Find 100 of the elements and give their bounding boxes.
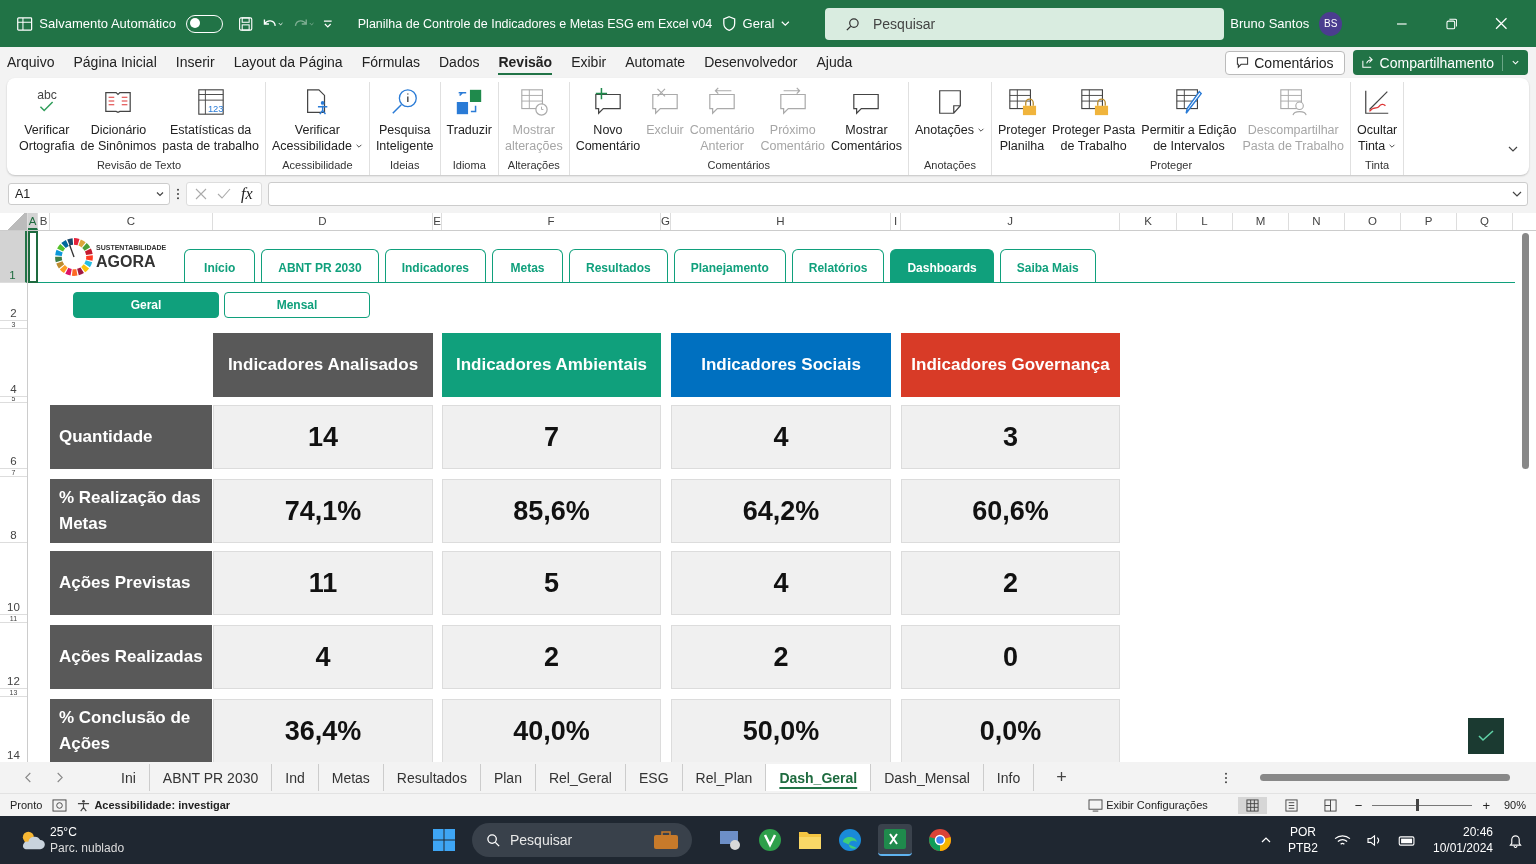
clock-time[interactable]: 20:46	[1463, 824, 1493, 840]
ribbon-tab[interactable]: Dados	[439, 50, 480, 75]
ribbon-button[interactable]: abc Verificar Ortografia	[16, 82, 78, 159]
zoom-slider[interactable]	[1416, 798, 1420, 811]
clock-date[interactable]: 10/01/2024	[1432, 840, 1493, 856]
column-header[interactable]: H	[671, 213, 891, 230]
user-avatar[interactable]: BS	[1319, 11, 1343, 36]
notification-bell-icon[interactable]	[1509, 832, 1522, 848]
column-header[interactable]: D	[213, 213, 433, 230]
name-box[interactable]: A1	[8, 183, 170, 205]
row-header[interactable]: 4	[0, 329, 27, 397]
row-header[interactable]: 14	[0, 697, 27, 762]
start-icon[interactable]	[432, 828, 456, 852]
sheet-tab[interactable]: Plan	[480, 764, 536, 791]
column-header[interactable]: M	[1233, 213, 1289, 230]
ribbon-button[interactable]: Pesquisa Inteligente	[372, 82, 437, 159]
row-header[interactable]: 1	[0, 231, 27, 283]
language-code[interactable]: POR	[1289, 824, 1316, 840]
customize-toolbar-icon[interactable]	[322, 17, 334, 30]
search-field[interactable]: Pesquisar	[825, 7, 1225, 40]
row-header[interactable]: 2	[0, 283, 27, 321]
share-button[interactable]: Compartilhamento	[1352, 50, 1528, 75]
column-header[interactable]: C	[50, 213, 213, 230]
save-icon[interactable]	[236, 14, 255, 33]
sheet-tab[interactable]: Dash_Geral	[766, 764, 872, 791]
column-header[interactable]: P	[1401, 213, 1457, 230]
column-header[interactable]: F	[442, 213, 661, 230]
ribbon-tab[interactable]: Revisão	[498, 50, 553, 75]
insert-function-button[interactable]: fx	[241, 185, 253, 203]
sheet-tab[interactable]: ABNT PR 2030	[149, 764, 273, 791]
keyboard-layout[interactable]: PTB2	[1287, 840, 1318, 856]
vertical-scrollbar[interactable]	[1522, 233, 1529, 469]
formula-input[interactable]	[267, 182, 1528, 206]
speaker-icon[interactable]	[1366, 833, 1382, 847]
sheet-tab[interactable]: Rel_Geral	[535, 764, 626, 791]
wifi-icon[interactable]	[1333, 833, 1351, 847]
ribbon-tab[interactable]: Arquivo	[7, 50, 55, 75]
restore-icon[interactable]	[1445, 17, 1458, 30]
comments-button[interactable]: Comentários	[1225, 50, 1345, 75]
column-header[interactable]: E	[433, 213, 442, 230]
ribbon-tab[interactable]: Página Inicial	[73, 50, 157, 75]
sensitivity-label[interactable]: Geral	[742, 16, 775, 31]
spreadsheet-app-icon[interactable]	[16, 14, 34, 33]
chrome-icon[interactable]	[928, 828, 952, 852]
sheet-tab[interactable]: ESG	[625, 764, 683, 791]
zoom-out-button[interactable]: −	[1354, 797, 1363, 813]
more-options-icon[interactable]	[176, 188, 180, 200]
sheet-tab[interactable]: Ind	[272, 764, 319, 791]
display-settings-link[interactable]: Exibir Configurações	[1106, 799, 1208, 811]
ribbon-tab[interactable]: Layout da Página	[233, 50, 343, 75]
ribbon-button[interactable]: Ocultar Tinta	[1354, 82, 1401, 159]
next-sheet-icon[interactable]	[55, 772, 64, 783]
ribbon-tab[interactable]: Automate	[625, 50, 686, 75]
sheet-tab[interactable]: Metas	[318, 764, 384, 791]
accessibility-icon[interactable]	[77, 798, 91, 812]
new-sheet-button[interactable]: +	[1056, 767, 1067, 788]
column-header[interactable]: N	[1289, 213, 1345, 230]
sheet-tab[interactable]: Ini	[108, 764, 150, 791]
computer-icon[interactable]	[718, 828, 742, 852]
column-header[interactable]: O	[1345, 213, 1401, 230]
row-header[interactable]: 8	[0, 477, 27, 543]
check-button[interactable]	[1468, 718, 1504, 754]
column-header[interactable]: J	[901, 213, 1120, 230]
column-header[interactable]: I	[891, 213, 901, 230]
taskbar-search-field[interactable]: Pesquisar	[472, 823, 692, 857]
spreadsheet-app-button[interactable]	[878, 824, 912, 856]
more-options-icon[interactable]	[1224, 771, 1228, 784]
browser-icon[interactable]	[838, 828, 862, 852]
previous-sheet-icon[interactable]	[24, 772, 33, 783]
display-settings-icon[interactable]	[1088, 798, 1104, 812]
ribbon-button[interactable]: Proteger Pasta de Trabalho	[1048, 82, 1139, 159]
ribbon-tab[interactable]: Ajuda	[816, 50, 853, 75]
ribbon-button[interactable]: Permitir a Edição de Intervalos	[1138, 82, 1240, 159]
column-header[interactable]: G	[661, 213, 671, 230]
ribbon-button[interactable]: Traduzir	[443, 82, 495, 159]
ribbon-button[interactable]: 123 Estatísticas da pasta de trabalho	[159, 82, 262, 159]
app-icon[interactable]	[758, 828, 782, 852]
ribbon-tab[interactable]: Fórmulas	[361, 50, 420, 75]
ribbon-button[interactable]: Anotações	[911, 82, 988, 159]
row-header[interactable]: 6	[0, 403, 27, 469]
sheet-tab[interactable]: Resultados	[383, 764, 481, 791]
column-header[interactable]: K	[1120, 213, 1177, 230]
accessibility-status[interactable]: Acessibilidade: investigar	[94, 799, 231, 811]
ribbon-button[interactable]: Dicionário de Sinônimos	[77, 82, 160, 159]
ribbon-tab[interactable]: Inserir	[175, 50, 215, 75]
shield-icon[interactable]	[722, 15, 737, 32]
zoom-level[interactable]: 90%	[1503, 799, 1526, 811]
ribbon-tab[interactable]: Desenvolvedor	[704, 50, 798, 75]
ribbon-button[interactable]: Proteger Planilha	[995, 82, 1049, 159]
ribbon-button[interactable]: Novo Comentário	[572, 82, 644, 159]
ribbon-tab[interactable]: Exibir	[571, 50, 607, 75]
column-header[interactable]: Q	[1457, 213, 1513, 230]
sheet-tab[interactable]: Dash_Mensal	[871, 764, 984, 791]
view-mode-button[interactable]	[1237, 796, 1267, 814]
column-header[interactable]: L	[1177, 213, 1233, 230]
zoom-in-button[interactable]: +	[1482, 797, 1490, 813]
macro-recording-icon[interactable]	[52, 798, 68, 812]
sheet-tab[interactable]: Info	[983, 764, 1035, 791]
close-icon[interactable]	[1495, 17, 1508, 30]
row-header[interactable]: 12	[0, 623, 27, 689]
